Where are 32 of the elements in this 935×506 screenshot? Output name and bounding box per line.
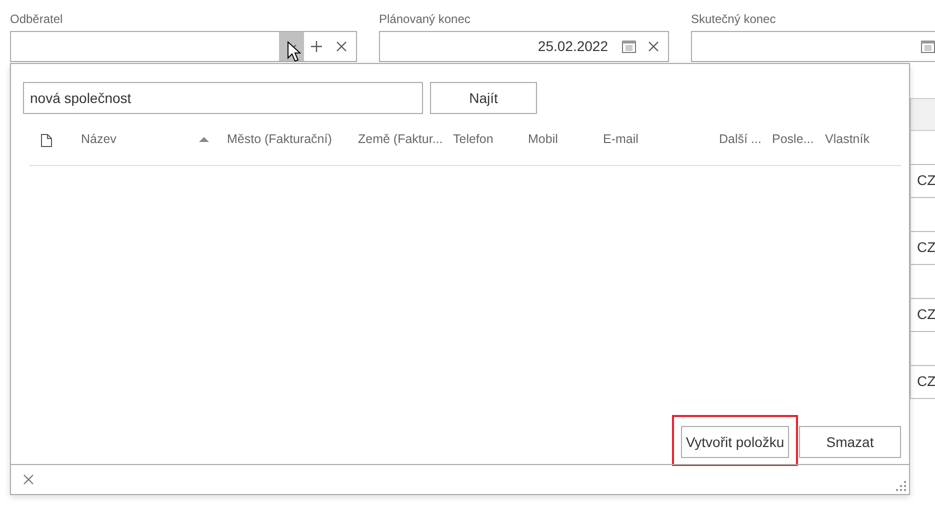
column-header[interactable]: Vlastník: [825, 130, 870, 149]
lookup-field[interactable]: [10, 31, 357, 62]
find-button[interactable]: Najít: [430, 82, 537, 114]
column-header[interactable]: E-mail: [603, 130, 638, 149]
document-icon: [41, 134, 52, 147]
field-label: Skutečný konec: [691, 12, 777, 27]
date-field[interactable]: 25.02.2022: [379, 31, 669, 62]
currency-cell: CZ: [911, 232, 935, 265]
currency-cell: CZ: [911, 164, 935, 198]
add-icon[interactable]: [311, 41, 322, 52]
field-label: Plánovaný konec: [379, 12, 472, 27]
field-label: Odběratel: [10, 12, 64, 27]
clear-icon[interactable]: [336, 41, 347, 52]
resize-grip-icon[interactable]: [896, 481, 906, 491]
create-item-button[interactable]: Vytvořit položku: [681, 426, 789, 458]
column-header[interactable]: Mobil: [528, 130, 558, 149]
field-value: 25.02.2022: [538, 37, 609, 56]
calendar-icon[interactable]: [920, 40, 934, 53]
delete-button[interactable]: Smazat: [799, 426, 901, 458]
column-header[interactable]: Další ...: [719, 130, 762, 149]
search-field[interactable]: nová společnost: [23, 82, 423, 114]
column-header[interactable]: Název: [81, 130, 116, 149]
calendar-icon[interactable]: [622, 40, 636, 53]
column-header[interactable]: Město (Fakturační): [227, 130, 332, 149]
date-field[interactable]: [691, 31, 935, 62]
currency-cell: CZ: [911, 298, 935, 332]
clear-icon[interactable]: [648, 41, 659, 52]
currency-cell: CZ: [911, 366, 935, 399]
column-header[interactable]: Telefon: [453, 130, 494, 149]
close-icon[interactable]: [23, 474, 34, 485]
column-header[interactable]: Země (Faktur...: [358, 130, 443, 149]
column-header[interactable]: Posle...: [772, 130, 814, 149]
